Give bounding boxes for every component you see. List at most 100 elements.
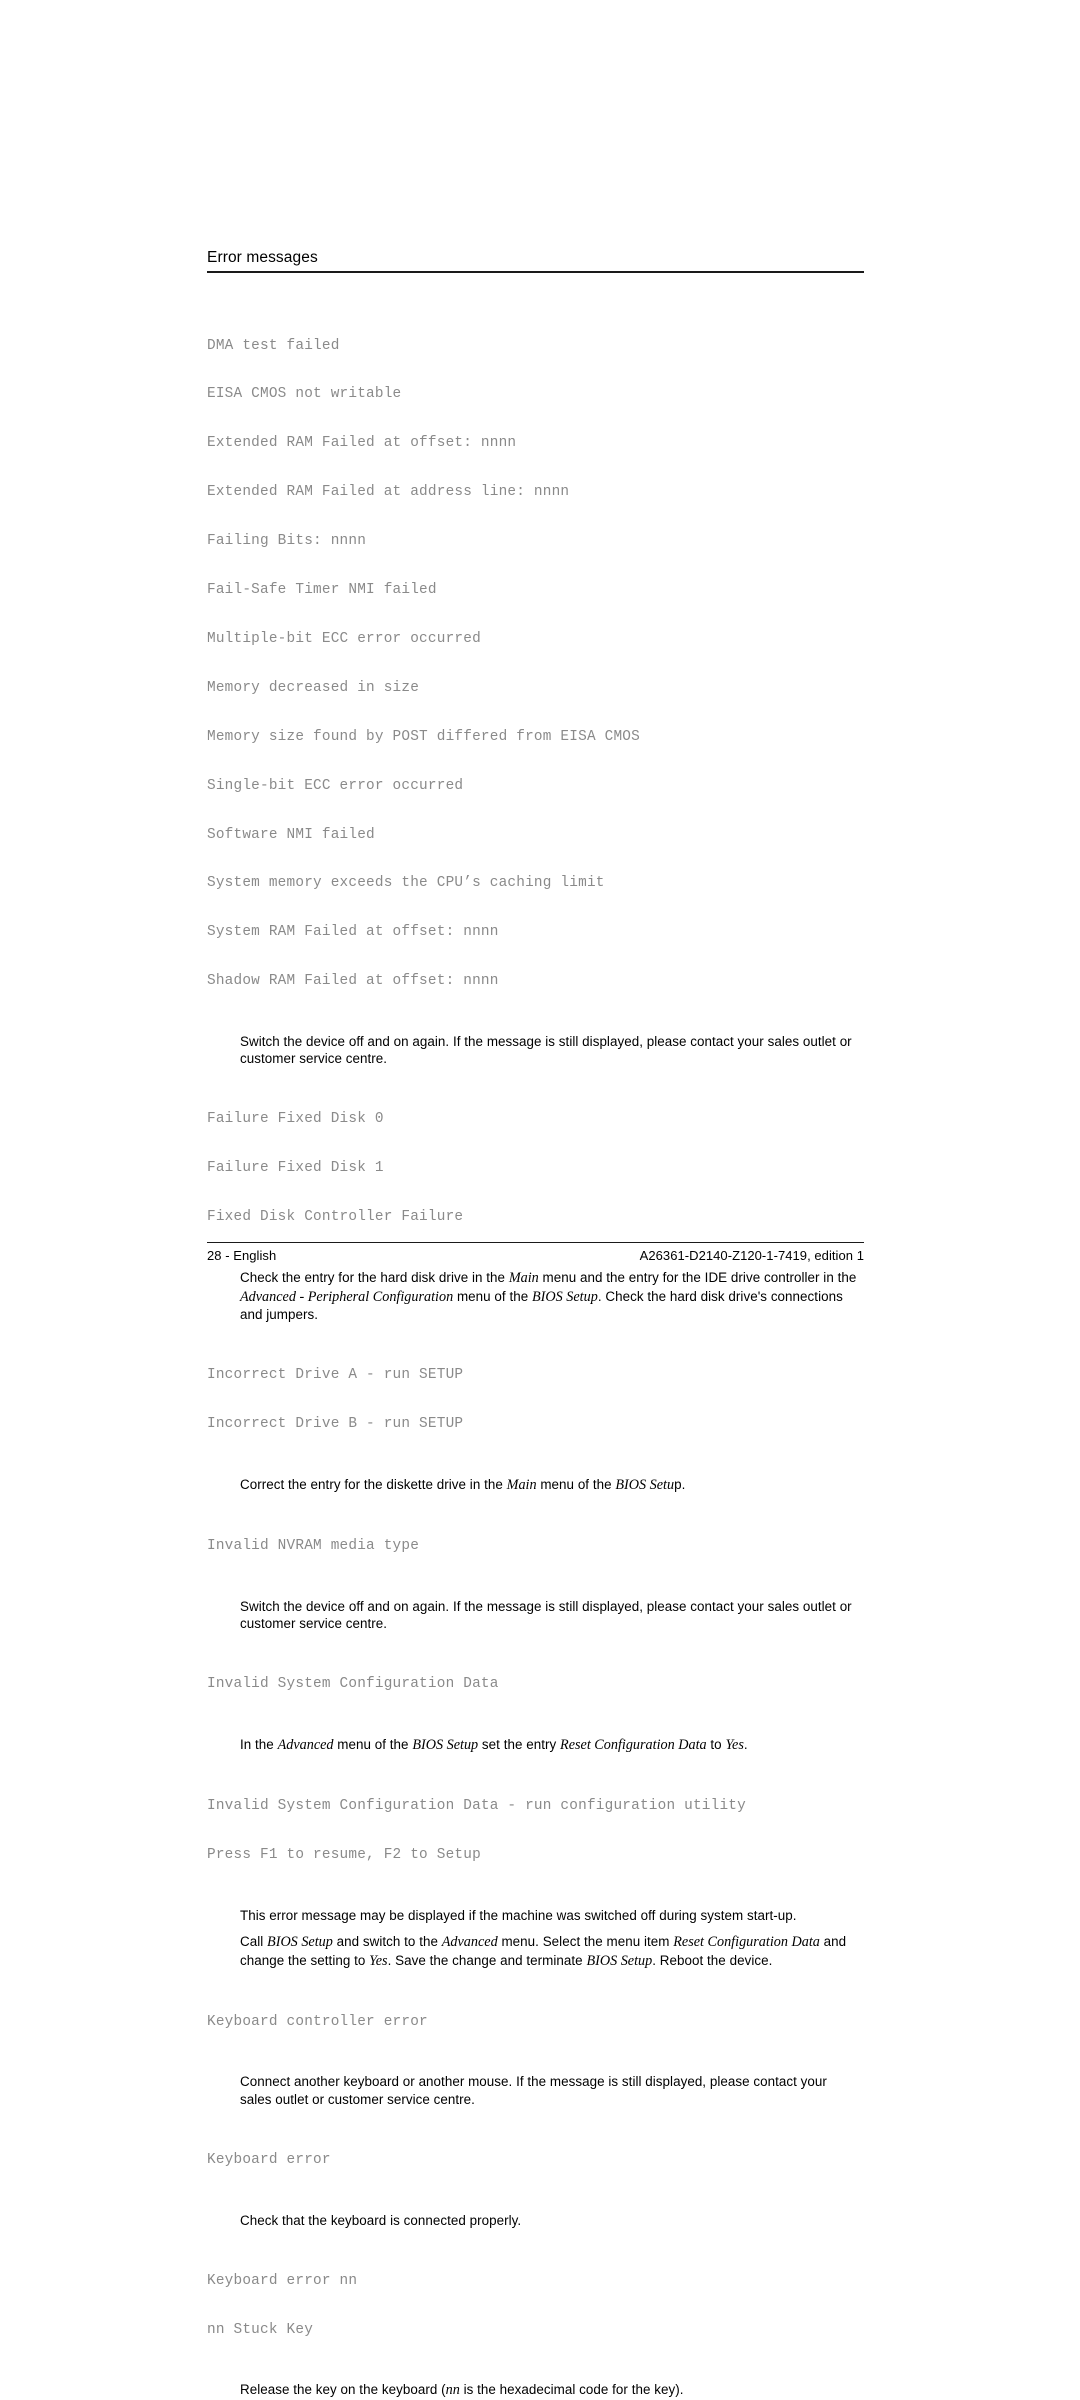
text-run: . Save the change and terminate: [387, 1952, 587, 1968]
emphasis-run: nn: [445, 2382, 460, 2399]
explanation-paragraph: Switch the device off and on again. If t…: [240, 1034, 852, 1067]
page-title: Error messages: [207, 249, 318, 266]
error-message-block-9: Keyboard error nn nn Stuck Key: [207, 2240, 867, 2370]
page-footer: 28 - English A26361-D2140-Z120-1-7419, e…: [207, 1242, 864, 1263]
error-message-block-5: Invalid System Configuration Data: [207, 1643, 867, 1724]
explanation-paragraph: Release the key on the keyboard (nn is t…: [240, 2381, 862, 2399]
error-message-line: Incorrect Drive A - run SETUP: [207, 1366, 464, 1383]
footer-divider: [207, 1242, 864, 1243]
text-run: Correct the entry for the diskette drive…: [240, 1476, 507, 1492]
text-run: menu of the: [453, 1288, 532, 1304]
explanation-paragraph: Check that the keyboard is connected pro…: [240, 2212, 522, 2228]
error-message-line: Extended RAM Failed at offset: nnnn: [207, 435, 517, 452]
emphasis-run: Reset Configuration Data: [560, 1736, 707, 1753]
page-header: Error messages: [207, 248, 864, 273]
text-run: and switch to the: [332, 1934, 442, 1950]
text-run: menu of the: [536, 1476, 616, 1492]
error-message-line: nn Stuck Key: [207, 2321, 314, 2338]
error-message-line: Keyboard error nn: [207, 2272, 358, 2289]
error-message-block-2: Failure Fixed Disk 0 Failure Fixed Disk …: [207, 1079, 867, 1258]
error-message-line: Failing Bits: nnnn: [207, 533, 367, 550]
error-message-line: Shadow RAM Failed at offset: nnnn: [207, 973, 499, 990]
emphasis-run: Advanced - Peripheral Configuration: [240, 1288, 454, 1305]
emphasis-run: Yes: [725, 1736, 744, 1753]
error-message-line: Invalid System Configuration Data - run …: [207, 1797, 746, 1814]
explanation-paragraph: Correct the entry for the diskette drive…: [240, 1476, 862, 1494]
error-message-line: Multiple-bit ECC error occurred: [207, 630, 481, 647]
text-run: to: [706, 1736, 726, 1752]
error-message-line: Invalid NVRAM media type: [207, 1537, 420, 1554]
emphasis-run: Advanced: [277, 1736, 334, 1753]
error-message-line: System memory exceeds the CPU’s caching …: [207, 875, 605, 892]
error-message-line: Extended RAM Failed at address line: nnn…: [207, 484, 570, 501]
error-message-line: EISA CMOS not writable: [207, 386, 402, 403]
emphasis-run: Main: [506, 1476, 537, 1493]
explanation-paragraph: This error message may be displayed if t…: [240, 1907, 797, 1923]
emphasis-run: Yes: [369, 1952, 388, 1969]
error-message-line: Memory size found by POST differed from …: [207, 728, 640, 745]
text-run: . Reboot the device.: [652, 1952, 773, 1968]
text-run: .: [743, 1736, 748, 1752]
error-message-block-8: Keyboard error: [207, 2119, 867, 2200]
error-message-block-7: Keyboard controller error: [207, 1981, 867, 2062]
error-message-line: Fixed Disk Controller Failure: [207, 1209, 464, 1226]
error-message-line: Invalid System Configuration Data: [207, 1676, 499, 1693]
text-run: Call: [240, 1934, 268, 1950]
emphasis-run: BIOS Setup: [532, 1288, 598, 1305]
text-run: menu and the entry for the IDE drive con…: [538, 1270, 857, 1286]
error-message-block-6: Invalid System Configuration Data - run …: [207, 1765, 867, 1895]
explanation-paragraph: In the Advanced menu of the BIOS Setup s…: [240, 1736, 862, 1754]
error-message-line: Press F1 to resume, F2 to Setup: [207, 1846, 481, 1863]
error-message-line: Fail-Safe Timer NMI failed: [207, 582, 437, 599]
footer-row: 28 - English A26361-D2140-Z120-1-7419, e…: [207, 1248, 864, 1263]
document-id: A26361-D2140-Z120-1-7419, edition 1: [639, 1248, 864, 1263]
document-page: Error messages DMA test failed EISA CMOS…: [0, 0, 1080, 2398]
error-message-line: DMA test failed: [207, 337, 340, 354]
error-message-line: Software NMI failed: [207, 826, 375, 843]
emphasis-run: BIOS Setup: [267, 1934, 333, 1951]
emphasis-run: Advanced: [441, 1934, 498, 1951]
emphasis-run: BIOS Setup: [586, 1952, 653, 1969]
text-run: p.: [674, 1476, 686, 1492]
explanation-paragraph: Connect another keyboard or another mous…: [240, 2074, 827, 2107]
error-message-block-3: Incorrect Drive A - run SETUP Incorrect …: [207, 1334, 867, 1464]
text-run: In the: [240, 1736, 278, 1752]
text-run: set the entry: [478, 1736, 561, 1752]
error-message-line: Failure Fixed Disk 1: [207, 1160, 384, 1177]
emphasis-run: BIOS Setu: [615, 1476, 675, 1493]
text-run: menu of the: [333, 1736, 413, 1752]
emphasis-run: BIOS Setup: [412, 1736, 479, 1753]
error-message-line: Failure Fixed Disk 0: [207, 1111, 384, 1128]
error-message-block-1: DMA test failed EISA CMOS not writable E…: [207, 305, 867, 1022]
error-message-line: Memory decreased in size: [207, 679, 420, 696]
error-message-line: System RAM Failed at offset: nnnn: [207, 924, 499, 941]
emphasis-run: Reset Configuration Data: [673, 1934, 820, 1951]
error-message-block-4: Invalid NVRAM media type: [207, 1505, 867, 1586]
page-number: 28 - English: [207, 1248, 277, 1263]
page-content: DMA test failed EISA CMOS not writable E…: [207, 305, 867, 2400]
explanation-paragraph: Switch the device off and on again. If t…: [240, 1598, 852, 1632]
emphasis-run: Main: [508, 1270, 539, 1287]
explanation-paragraph: Call BIOS Setup and switch to the Advanc…: [240, 1933, 862, 1970]
error-message-line: Keyboard error: [207, 2151, 331, 2168]
error-message-line: Single-bit ECC error occurred: [207, 777, 464, 794]
header-divider: [207, 271, 864, 273]
explanation-paragraph: Check the entry for the hard disk drive …: [240, 1269, 862, 1323]
text-run: Release the key on the keyboard (: [240, 2382, 446, 2398]
error-message-line: Incorrect Drive B - run SETUP: [207, 1415, 464, 1432]
